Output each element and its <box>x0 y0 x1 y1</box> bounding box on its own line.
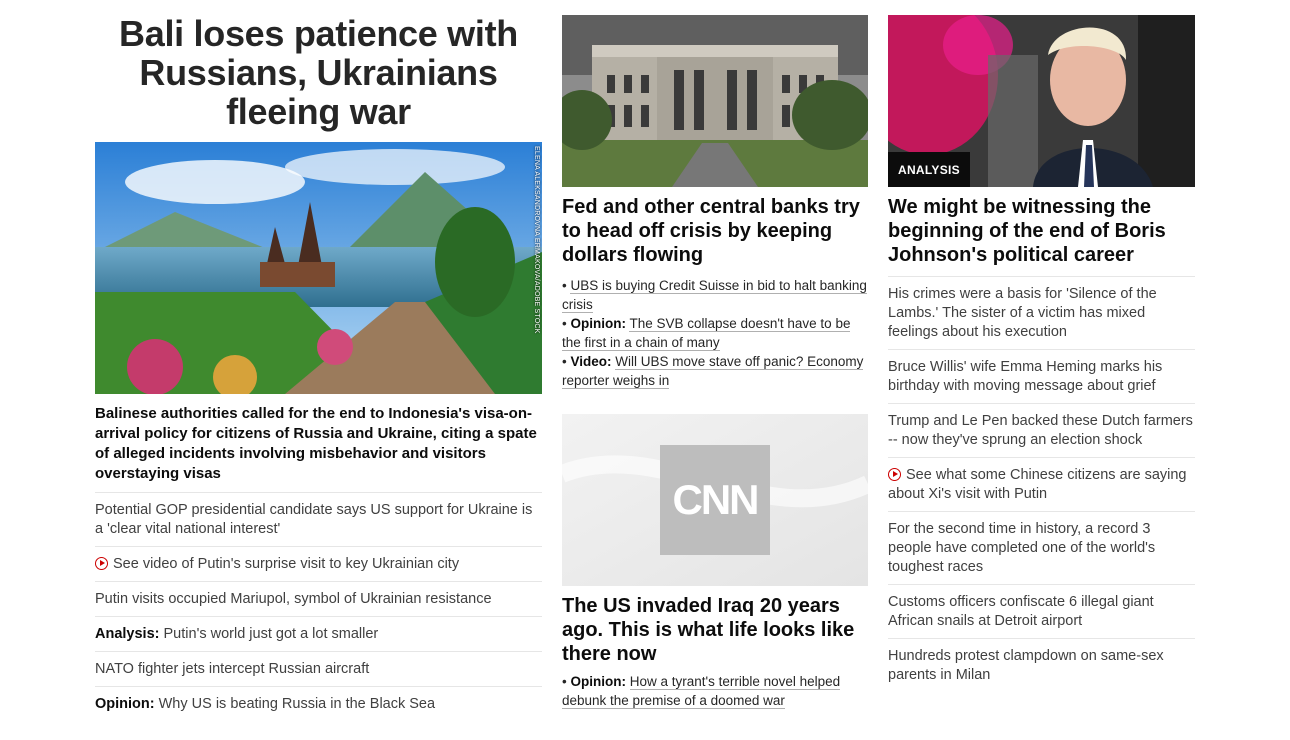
fed-related-links: • UBS is buying Credit Suisse in bid to … <box>562 276 868 390</box>
list-item[interactable]: • UBS is buying Credit Suisse in bid to … <box>562 276 868 314</box>
list-item[interactable]: His crimes were a basis for 'Silence of … <box>888 276 1195 349</box>
list-item[interactable]: • Opinion: The SVB collapse doesn't have… <box>562 314 868 352</box>
image-credit: ELENA ALEKSANDROVNA ERMAKOVA/ADOBE STOCK <box>533 146 540 334</box>
play-icon <box>888 468 901 481</box>
right-column: ANALYSIS We might be witnessing the begi… <box>888 0 1195 692</box>
list-item[interactable]: Opinion: Why US is beating Russia in the… <box>95 686 542 721</box>
list-item[interactable]: Analysis: Putin's world just got a lot s… <box>95 616 542 651</box>
fed-image[interactable] <box>562 15 868 187</box>
lead-image[interactable]: ELENA ALEKSANDROVNA ERMAKOVA/ADOBE STOCK <box>95 142 542 394</box>
lead-headline[interactable]: Bali loses patience with Russians, Ukrai… <box>95 14 542 131</box>
list-item[interactable]: Putin visits occupied Mariupol, symbol o… <box>95 581 542 616</box>
list-item[interactable]: Customs officers confiscate 6 illegal gi… <box>888 584 1195 638</box>
list-item[interactable]: See what some Chinese citizens are sayin… <box>888 457 1195 511</box>
lead-related-links: Potential GOP presidential candidate say… <box>95 492 542 721</box>
iraq-related-links: • Opinion: How a tyrant's terrible novel… <box>562 672 868 710</box>
boris-image[interactable]: ANALYSIS <box>888 15 1195 187</box>
fed-headline[interactable]: Fed and other central banks try to head … <box>562 195 868 267</box>
analysis-badge: ANALYSIS <box>888 152 970 187</box>
bali-temple-image <box>95 142 542 394</box>
play-icon <box>95 557 108 570</box>
list-item[interactable]: Trump and Le Pen backed these Dutch farm… <box>888 403 1195 457</box>
boris-headline[interactable]: We might be witnessing the beginning of … <box>888 195 1195 267</box>
right-column-links: His crimes were a basis for 'Silence of … <box>888 276 1195 692</box>
list-item[interactable]: For the second time in history, a record… <box>888 511 1195 584</box>
list-item[interactable]: Hundreds protest clampdown on same-sex p… <box>888 638 1195 692</box>
list-item[interactable]: • Opinion: How a tyrant's terrible novel… <box>562 672 868 710</box>
iraq-headline[interactable]: The US invaded Iraq 20 years ago. This i… <box>562 594 868 666</box>
iraq-image[interactable]: CNN <box>562 414 868 586</box>
list-item[interactable]: NATO fighter jets intercept Russian airc… <box>95 651 542 686</box>
lead-story-column: Bali loses patience with Russians, Ukrai… <box>95 0 542 721</box>
federal-reserve-building-image <box>562 15 868 187</box>
list-item[interactable]: • Video: Will UBS move stave off panic? … <box>562 352 868 390</box>
cnn-logo: CNN <box>672 476 760 523</box>
list-item[interactable]: See video of Putin's surprise visit to k… <box>95 546 542 581</box>
lead-description[interactable]: Balinese authorities called for the end … <box>95 404 542 484</box>
list-item[interactable]: Bruce Willis' wife Emma Heming marks his… <box>888 349 1195 403</box>
middle-column: Fed and other central banks try to head … <box>562 0 868 710</box>
list-item[interactable]: Potential GOP presidential candidate say… <box>95 492 542 546</box>
